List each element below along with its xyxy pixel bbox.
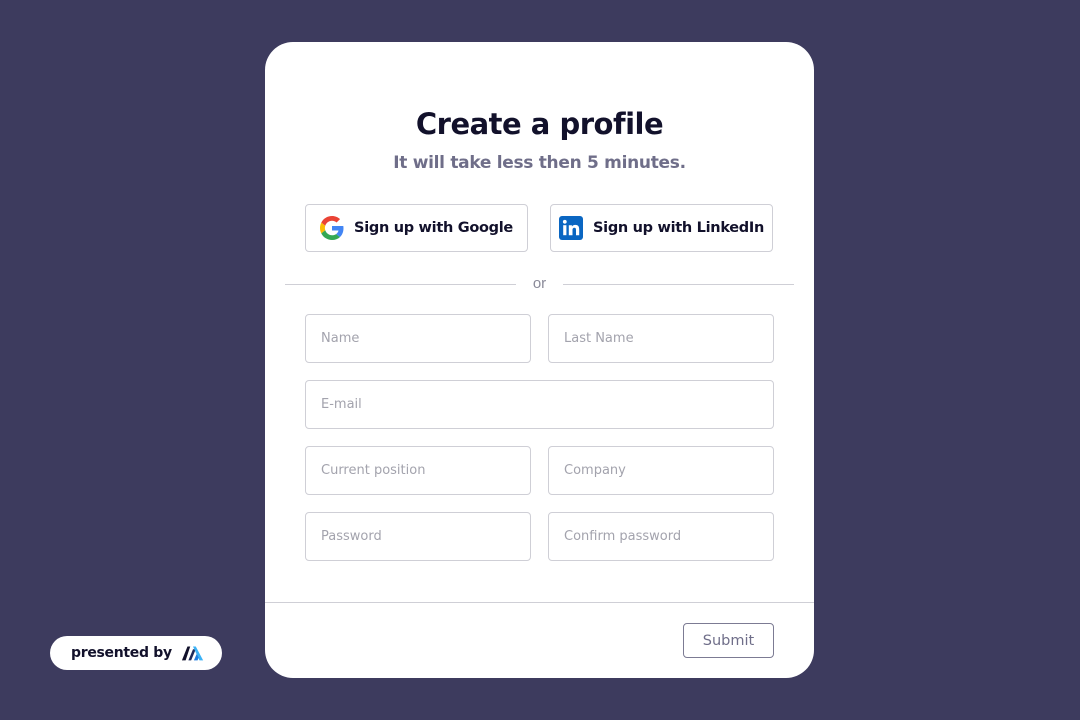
- footer-divider: [265, 602, 814, 603]
- google-signup-label: Sign up with Google: [354, 220, 513, 236]
- linkedin-signup-label: Sign up with LinkedIn: [593, 220, 764, 236]
- password-input[interactable]: [305, 512, 531, 561]
- signup-card: Create a profile It will take less then …: [265, 42, 814, 678]
- brand-logo-icon: [181, 641, 205, 665]
- linkedin-icon: [559, 216, 583, 240]
- divider-line-right: [563, 284, 794, 285]
- google-icon: [320, 216, 344, 240]
- submit-button[interactable]: Submit: [683, 623, 774, 658]
- confirm-password-input[interactable]: [548, 512, 774, 561]
- divider-line-left: [285, 284, 516, 285]
- last-name-input[interactable]: [548, 314, 774, 363]
- page-title: Create a profile: [415, 107, 664, 141]
- company-input[interactable]: [548, 446, 774, 495]
- page-subtitle: It will take less then 5 minutes.: [393, 153, 686, 173]
- presented-by-text: presented by: [71, 645, 172, 661]
- divider-text: or: [532, 275, 547, 292]
- name-input[interactable]: [305, 314, 531, 363]
- linkedin-signup-button[interactable]: Sign up with LinkedIn: [550, 204, 773, 252]
- current-position-input[interactable]: [305, 446, 531, 495]
- google-signup-button[interactable]: Sign up with Google: [305, 204, 528, 252]
- presented-by-badge[interactable]: presented by: [50, 636, 222, 670]
- email-input[interactable]: [305, 380, 774, 429]
